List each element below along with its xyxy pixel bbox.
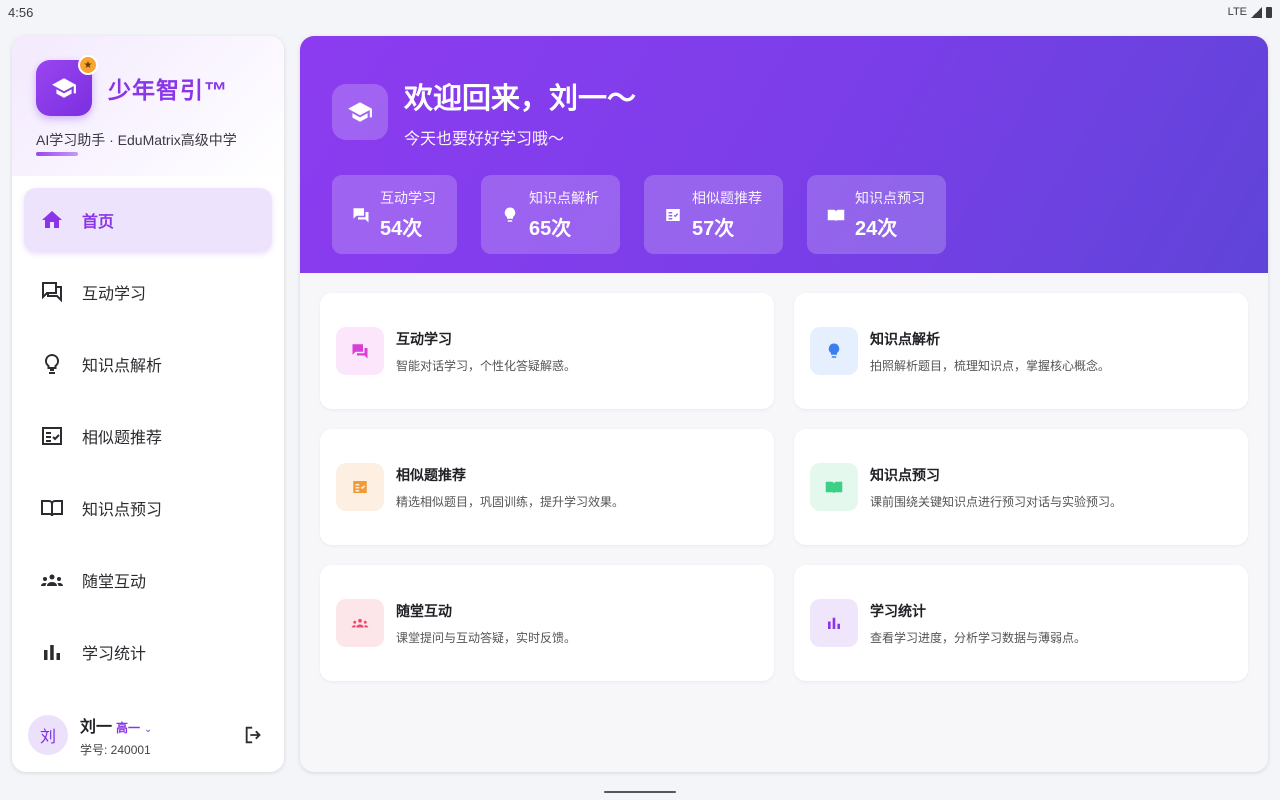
brand-underline — [36, 152, 78, 156]
stat-value: 54次 — [380, 218, 423, 240]
brand-subtitle: AI学习助手 · EduMatrix高级中学 — [36, 132, 237, 148]
sidebar-item-label: 学习统计 — [82, 646, 147, 663]
stat-label: 知识点解析 — [529, 190, 599, 206]
card-title: 相似题推荐 — [396, 466, 466, 483]
stat-similar-questions: 相似题推荐 57次 — [644, 175, 783, 254]
stat-label: 知识点预习 — [855, 190, 925, 206]
gesture-navigation-bar[interactable] — [604, 791, 676, 793]
user-name: 刘一 — [80, 718, 113, 736]
status-indicators: LTE — [1228, 6, 1272, 18]
card-interactive-learning[interactable]: 互动学习智能对话学习，个性化答疑解惑。 — [320, 293, 774, 409]
sidebar-item-label: 知识点预习 — [82, 502, 163, 519]
card-class-interaction[interactable]: 随堂互动课堂提问与互动答疑，实时反馈。 — [320, 565, 774, 681]
welcome-banner: 欢迎回来，刘一～ 今天也要好好学习哦～ 互动学习 54次 知识点解析 65次 相似题… — [300, 36, 1268, 273]
sidebar-item-interactive-learning[interactable]: 互动学习 — [24, 260, 272, 324]
bar-chart-icon — [828, 617, 840, 629]
graduation-cap-icon — [52, 78, 76, 98]
card-statistics[interactable]: 学习统计查看学习进度，分析学习数据与薄弱点。 — [794, 565, 1248, 681]
sidebar-item-knowledge-preview[interactable]: 知识点预习 — [24, 476, 272, 540]
card-icon-bg — [336, 327, 384, 375]
sidebar-nav: 首页 互动学习 知识点解析 相似题推荐 知识点预习 随堂互动 学习统计 — [12, 176, 284, 704]
group-icon — [41, 574, 63, 586]
sidebar: ★ 少年智引™ AI学习助手 · EduMatrix高级中学 首页 互动学习 知… — [12, 36, 284, 772]
card-icon-bg — [336, 463, 384, 511]
signal-icon — [1251, 6, 1262, 18]
card-icon-bg — [810, 463, 858, 511]
sidebar-item-label: 知识点解析 — [82, 358, 163, 375]
main-content: 欢迎回来，刘一～ 今天也要好好学习哦～ 互动学习 54次 知识点解析 65次 相似题… — [300, 36, 1268, 772]
card-title: 随堂互动 — [396, 602, 452, 619]
status-bar: 4:56 LTE — [0, 0, 1280, 24]
home-icon — [42, 211, 62, 228]
lightbulb-icon — [44, 353, 60, 374]
chat-icon — [352, 344, 368, 359]
card-description: 拍照解析题目，梳理知识点，掌握核心概念。 — [870, 358, 1111, 373]
stat-value: 57次 — [692, 218, 735, 240]
stat-interactive-learning: 互动学习 54次 — [332, 175, 457, 254]
sidebar-item-label: 首页 — [82, 214, 115, 231]
sidebar-item-home[interactable]: 首页 — [24, 188, 272, 252]
card-title: 知识点解析 — [870, 330, 940, 347]
chevron-down-icon[interactable]: ⌄ — [144, 724, 152, 735]
app-logo: ★ — [36, 55, 98, 116]
welcome-title: 欢迎回来，刘一～ — [404, 83, 637, 115]
student-id: 学号: 240001 — [80, 742, 151, 757]
card-icon-bg — [336, 599, 384, 647]
card-title: 学习统计 — [870, 602, 926, 619]
card-knowledge-preview[interactable]: 知识点预习课前围绕关键知识点进行预习对话与实验预习。 — [794, 429, 1248, 545]
checklist-icon — [353, 481, 367, 493]
sidebar-item-statistics[interactable]: 学习统计 — [24, 620, 272, 684]
card-title: 互动学习 — [396, 330, 452, 347]
card-icon-bg — [810, 599, 858, 647]
sidebar-item-label: 相似题推荐 — [82, 430, 163, 447]
stat-label: 相似题推荐 — [692, 190, 762, 206]
card-knowledge-analysis[interactable]: 知识点解析拍照解析题目，梳理知识点，掌握核心概念。 — [794, 293, 1248, 409]
book-icon — [827, 209, 845, 222]
lightbulb-icon — [828, 343, 840, 358]
stat-knowledge-analysis: 知识点解析 65次 — [481, 175, 620, 254]
checklist-icon — [42, 427, 62, 445]
lightbulb-icon — [504, 207, 516, 222]
graduation-cap-icon — [332, 84, 388, 140]
card-similar-questions[interactable]: 相似题推荐精选相似题目，巩固训练，提升学习效果。 — [320, 429, 774, 545]
card-description: 课前围绕关键知识点进行预习对话与实验预习。 — [870, 494, 1123, 509]
stat-label: 互动学习 — [380, 190, 436, 206]
card-icon-bg — [810, 327, 858, 375]
stats-row: 互动学习 54次 知识点解析 65次 相似题推荐 57次 知识点预习 24次 — [332, 175, 1236, 254]
user-profile: 刘 刘一 高一 ⌄ 学号: 240001 — [12, 698, 284, 772]
card-title: 知识点预习 — [870, 466, 940, 483]
card-description: 课堂提问与互动答疑，实时反馈。 — [396, 630, 577, 645]
logout-icon — [245, 726, 261, 744]
stat-value: 65次 — [529, 218, 572, 240]
sidebar-item-label: 互动学习 — [82, 286, 147, 303]
book-icon — [41, 500, 63, 517]
brand-header: ★ 少年智引™ AI学习助手 · EduMatrix高级中学 — [12, 36, 284, 176]
feature-cards: 互动学习智能对话学习，个性化答疑解惑。 知识点解析拍照解析题目，梳理知识点，掌握… — [300, 273, 1268, 701]
sidebar-item-class-interaction[interactable]: 随堂互动 — [24, 548, 272, 612]
brand-name: 少年智引™ — [108, 77, 228, 103]
bar-chart-icon — [44, 645, 60, 660]
card-description: 智能对话学习，个性化答疑解惑。 — [396, 358, 577, 373]
checklist-icon — [666, 208, 680, 221]
card-description: 精选相似题目，巩固训练，提升学习效果。 — [396, 494, 625, 509]
sidebar-item-similar-questions[interactable]: 相似题推荐 — [24, 404, 272, 468]
stat-knowledge-preview: 知识点预习 24次 — [807, 175, 946, 254]
star-badge-icon: ★ — [78, 55, 98, 75]
avatar: 刘 — [28, 715, 68, 755]
stat-value: 24次 — [855, 218, 898, 240]
sidebar-item-label: 随堂互动 — [82, 574, 147, 591]
sidebar-item-knowledge-analysis[interactable]: 知识点解析 — [24, 332, 272, 396]
network-label: LTE — [1227, 6, 1247, 18]
status-time: 4:56 — [8, 4, 34, 20]
grade-selector[interactable]: 高一 — [116, 719, 140, 736]
chat-icon — [42, 282, 62, 303]
chat-icon — [353, 207, 369, 222]
logout-button[interactable] — [240, 721, 268, 749]
card-description: 查看学习进度，分析学习数据与薄弱点。 — [870, 630, 1087, 645]
battery-icon — [1266, 6, 1272, 18]
group-icon — [351, 618, 369, 628]
welcome-subtitle: 今天也要好好学习哦～ — [404, 131, 565, 148]
book-icon — [825, 481, 843, 494]
